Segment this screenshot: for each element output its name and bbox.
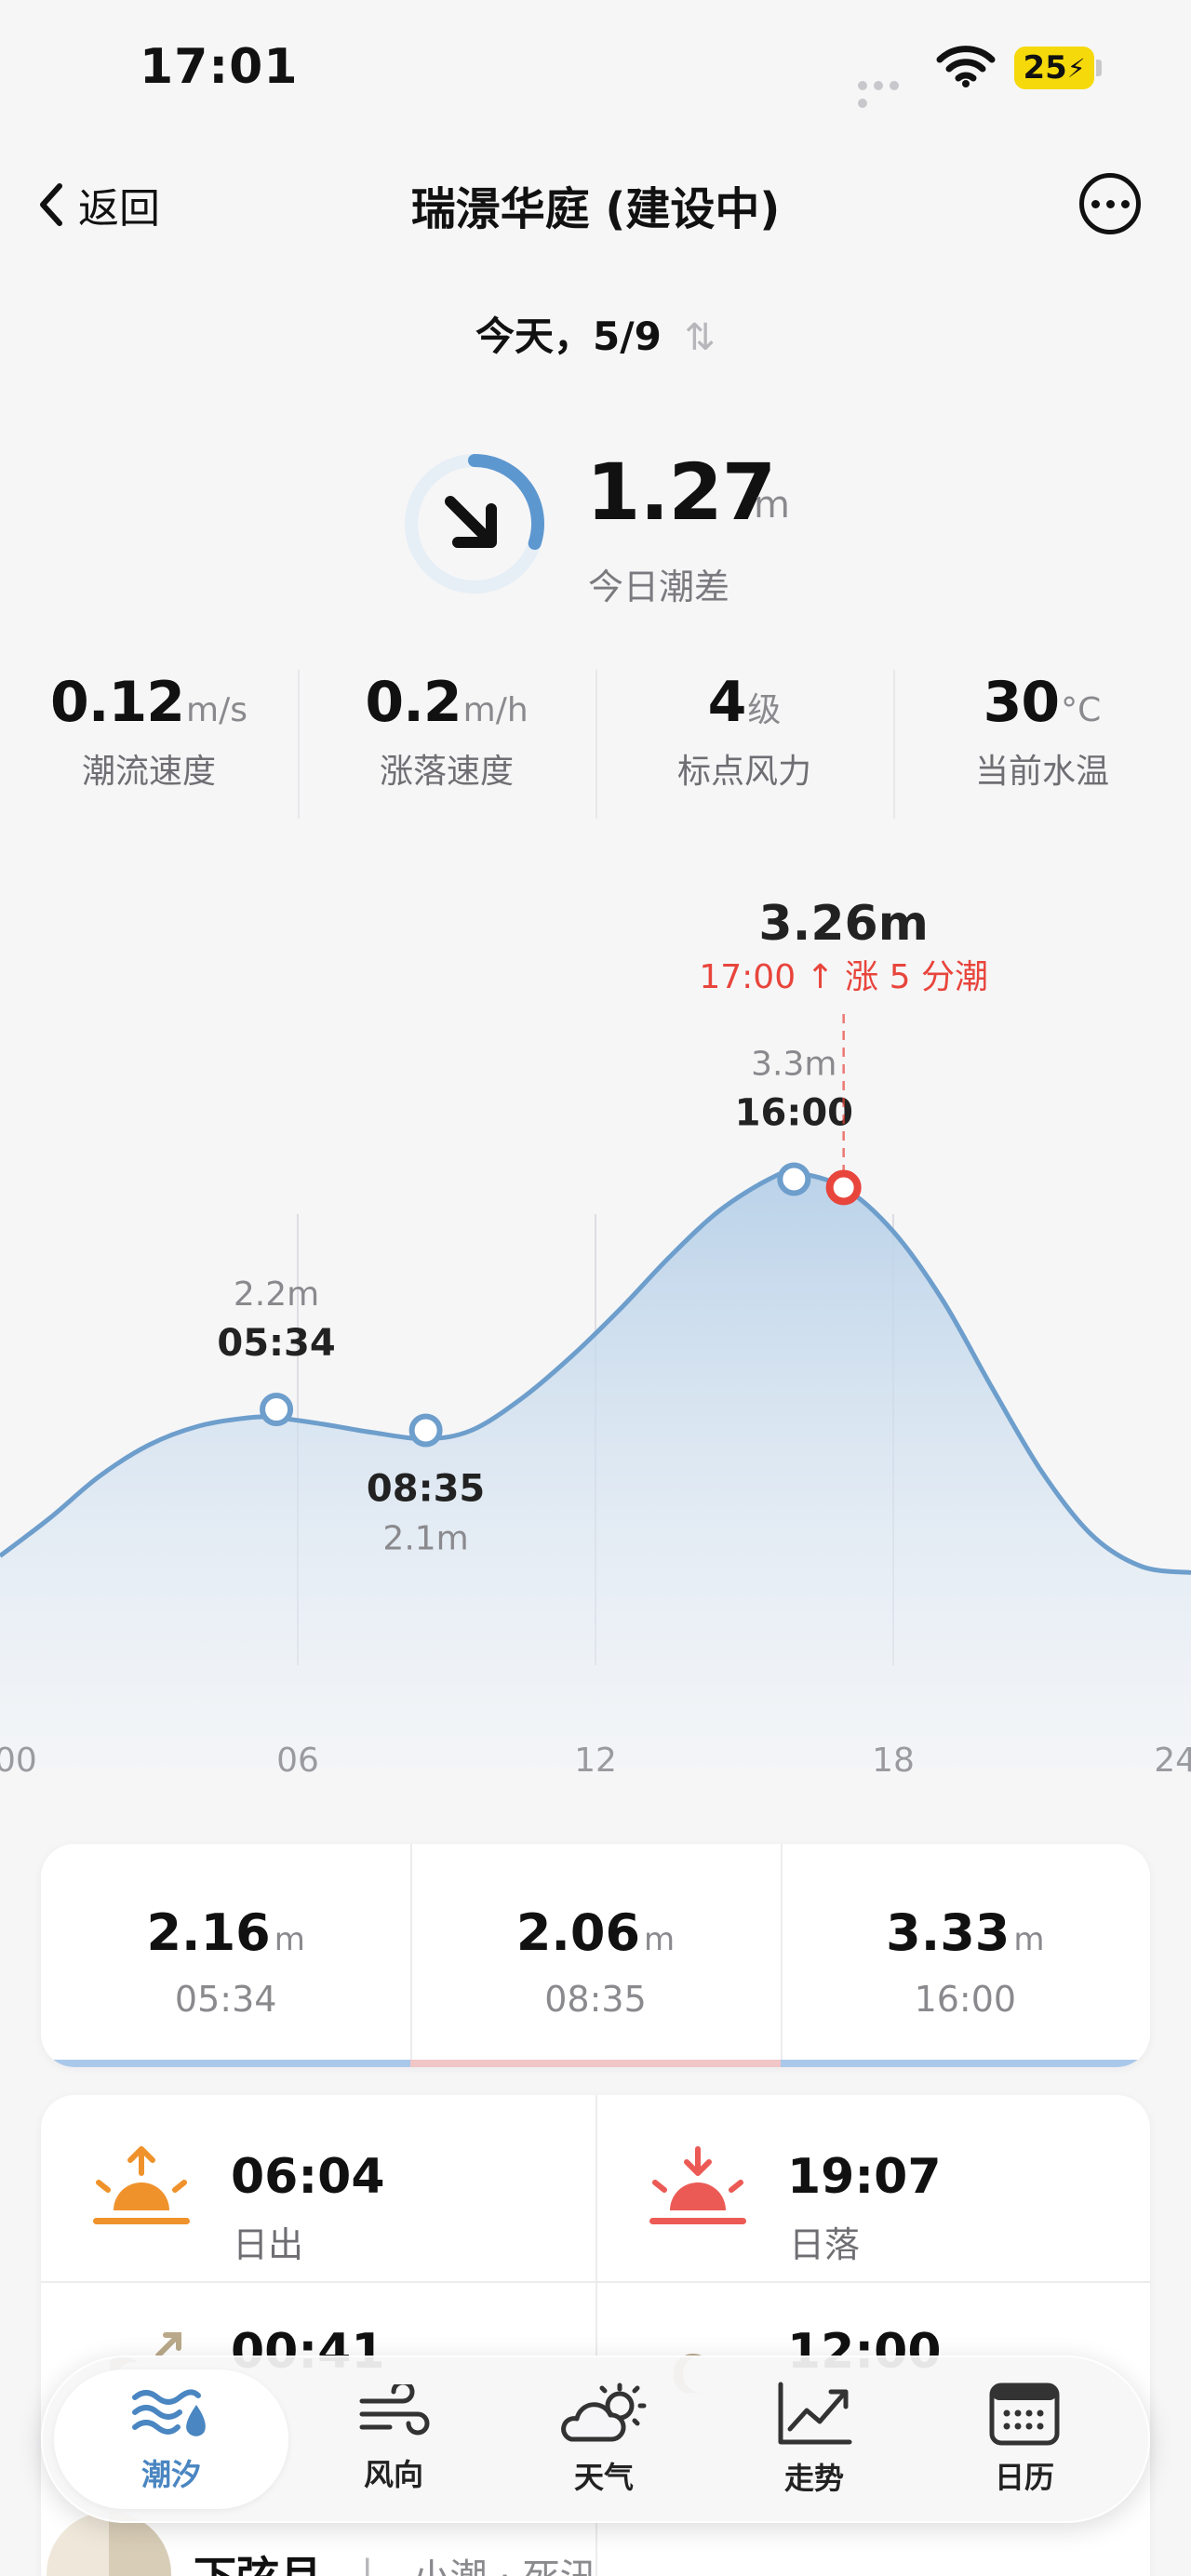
stats-row: 0.12m/s 潮流速度 0.2m/h 涨落速度 4级 标点风力 30°C 当前…	[0, 670, 1191, 819]
x-tick-label: 00	[0, 1742, 37, 1780]
sunset-time: 19:07	[787, 2149, 942, 2205]
stat-value: 4	[707, 670, 747, 735]
battery-tip	[1096, 60, 1102, 76]
battery-indicator: 25 ⚡	[1014, 47, 1094, 89]
page-title: 瑞澋华庭 (建设中)	[410, 183, 781, 235]
x-tick-label: 24	[1154, 1742, 1191, 1780]
extreme-unit: m	[274, 1921, 305, 1958]
stat-current-speed: 0.12m/s 潮流速度	[0, 670, 298, 819]
tide-icon	[132, 2389, 206, 2436]
stat-value: 30	[983, 670, 1060, 735]
tide-range-label: 今日潮差	[588, 567, 730, 607]
stat-unit: °C	[1061, 691, 1102, 729]
moon-phase: 下弦月	[194, 2543, 322, 2576]
extreme-time-label: 08:35	[367, 1468, 485, 1511]
sunset-label: 日落	[789, 2224, 861, 2265]
current-note-label: 17:00 ↑ 涨 5 分潮	[699, 958, 988, 996]
tab-weather[interactable]: 天气	[499, 2369, 709, 2509]
tab-trend[interactable]: 走势	[709, 2369, 919, 2509]
stat-wind-force: 4级 标点风力	[596, 670, 893, 819]
x-tick-label: 06	[276, 1742, 319, 1780]
tab-tide[interactable]: 潮汐	[54, 2369, 288, 2509]
extreme-item[interactable]: 2.16 m 05:34	[41, 1844, 411, 2067]
stat-label: 潮流速度	[81, 753, 216, 791]
extreme-item[interactable]: 3.33 m 16:00	[780, 1844, 1150, 2067]
wifi-icon	[936, 45, 996, 91]
stat-label: 当前水温	[974, 753, 1109, 791]
divider	[41, 2281, 1150, 2283]
stat-label: 标点风力	[676, 753, 811, 791]
stat-value: 0.2	[365, 670, 462, 735]
tide-extremes-card: 2.16 m 05:34 2.06 m 08:35 3.33 m 16:00	[41, 1844, 1150, 2067]
stat-label: 涨落速度	[379, 753, 514, 791]
stat-water-temp: 30°C 当前水温	[893, 670, 1191, 819]
tab-wind[interactable]: 风向	[288, 2369, 499, 2509]
sunrise-icon	[89, 2145, 194, 2238]
extreme-height: 2.16	[146, 1903, 271, 1962]
extreme-bar	[41, 2060, 411, 2067]
tab-label: 走势	[783, 2461, 844, 2496]
tide-range-ring	[402, 451, 547, 600]
tide-chart[interactable]: 2.2m 05:34 08:35 2.1m 3.3m 16:00 3.26m 17:00 ↑ …	[0, 874, 1191, 1805]
signal-dots-icon	[858, 76, 919, 108]
stat-unit: m/h	[462, 691, 529, 729]
stat-unit: m/s	[186, 691, 248, 729]
more-options-button[interactable]	[1079, 173, 1141, 234]
separator: |	[361, 2553, 374, 2576]
extreme-unit: m	[1013, 1921, 1045, 1958]
extreme-unit: m	[644, 1921, 676, 1958]
tab-label: 风向	[363, 2457, 423, 2492]
weather-icon	[561, 2382, 647, 2442]
battery-level: 25	[1023, 49, 1067, 87]
date-selector[interactable]: 今天，5/9 ⇅	[0, 305, 1191, 362]
extreme-item[interactable]: 2.06 m 08:35	[410, 1844, 781, 2067]
extreme-time-label: 16:00	[735, 1092, 853, 1135]
x-tick-label: 12	[574, 1742, 617, 1780]
sunset-icon	[646, 2145, 750, 2238]
tide-type: 小潮 · 死汛	[412, 2547, 596, 2576]
extreme-bar	[780, 2060, 1150, 2067]
wind-icon	[359, 2384, 430, 2436]
extreme-point	[777, 1162, 811, 1196]
tab-calendar[interactable]: 日历	[919, 2369, 1130, 2509]
extreme-time: 16:00	[914, 1979, 1017, 2020]
extreme-height-label: 3.3m	[751, 1046, 836, 1084]
x-tick-label: 18	[872, 1742, 915, 1780]
extreme-point	[260, 1393, 294, 1426]
tide-range-value: 1.27	[586, 447, 776, 538]
extreme-height-label: 2.1m	[382, 1520, 468, 1558]
sunrise-label: 日出	[233, 2224, 304, 2265]
tab-bar: 潮汐 风向 天气 走势 日历	[41, 2356, 1150, 2523]
stat-value: 0.12	[50, 670, 185, 735]
falling-arrow-icon	[445, 496, 497, 548]
trend-icon	[778, 2382, 852, 2445]
sunrise-time: 06:04	[231, 2149, 385, 2205]
current-value-label: 3.26m	[758, 896, 928, 952]
extreme-time-label: 05:34	[217, 1322, 335, 1365]
date-label: 今天，5/9	[475, 314, 662, 359]
stat-unit: 级	[747, 691, 782, 729]
extreme-time: 08:35	[544, 1979, 647, 2020]
calendar-icon	[989, 2382, 1060, 2446]
extreme-point	[408, 1413, 443, 1448]
current-point	[825, 1169, 862, 1206]
status-time: 17:01	[140, 39, 299, 95]
extreme-height: 3.33	[886, 1903, 1010, 1962]
tab-label: 天气	[573, 2460, 634, 2495]
tab-label: 日历	[994, 2460, 1054, 2495]
swap-arrows-icon: ⇅	[684, 316, 716, 359]
tide-range-unit: m	[754, 484, 790, 527]
extreme-height: 2.06	[515, 1903, 641, 1962]
extreme-height-label: 2.2m	[234, 1275, 319, 1314]
tab-label: 潮汐	[141, 2457, 201, 2492]
extreme-time: 05:34	[174, 1979, 277, 2020]
extreme-bar	[410, 2060, 781, 2067]
stat-rise-speed: 0.2m/h 涨落速度	[298, 670, 596, 819]
